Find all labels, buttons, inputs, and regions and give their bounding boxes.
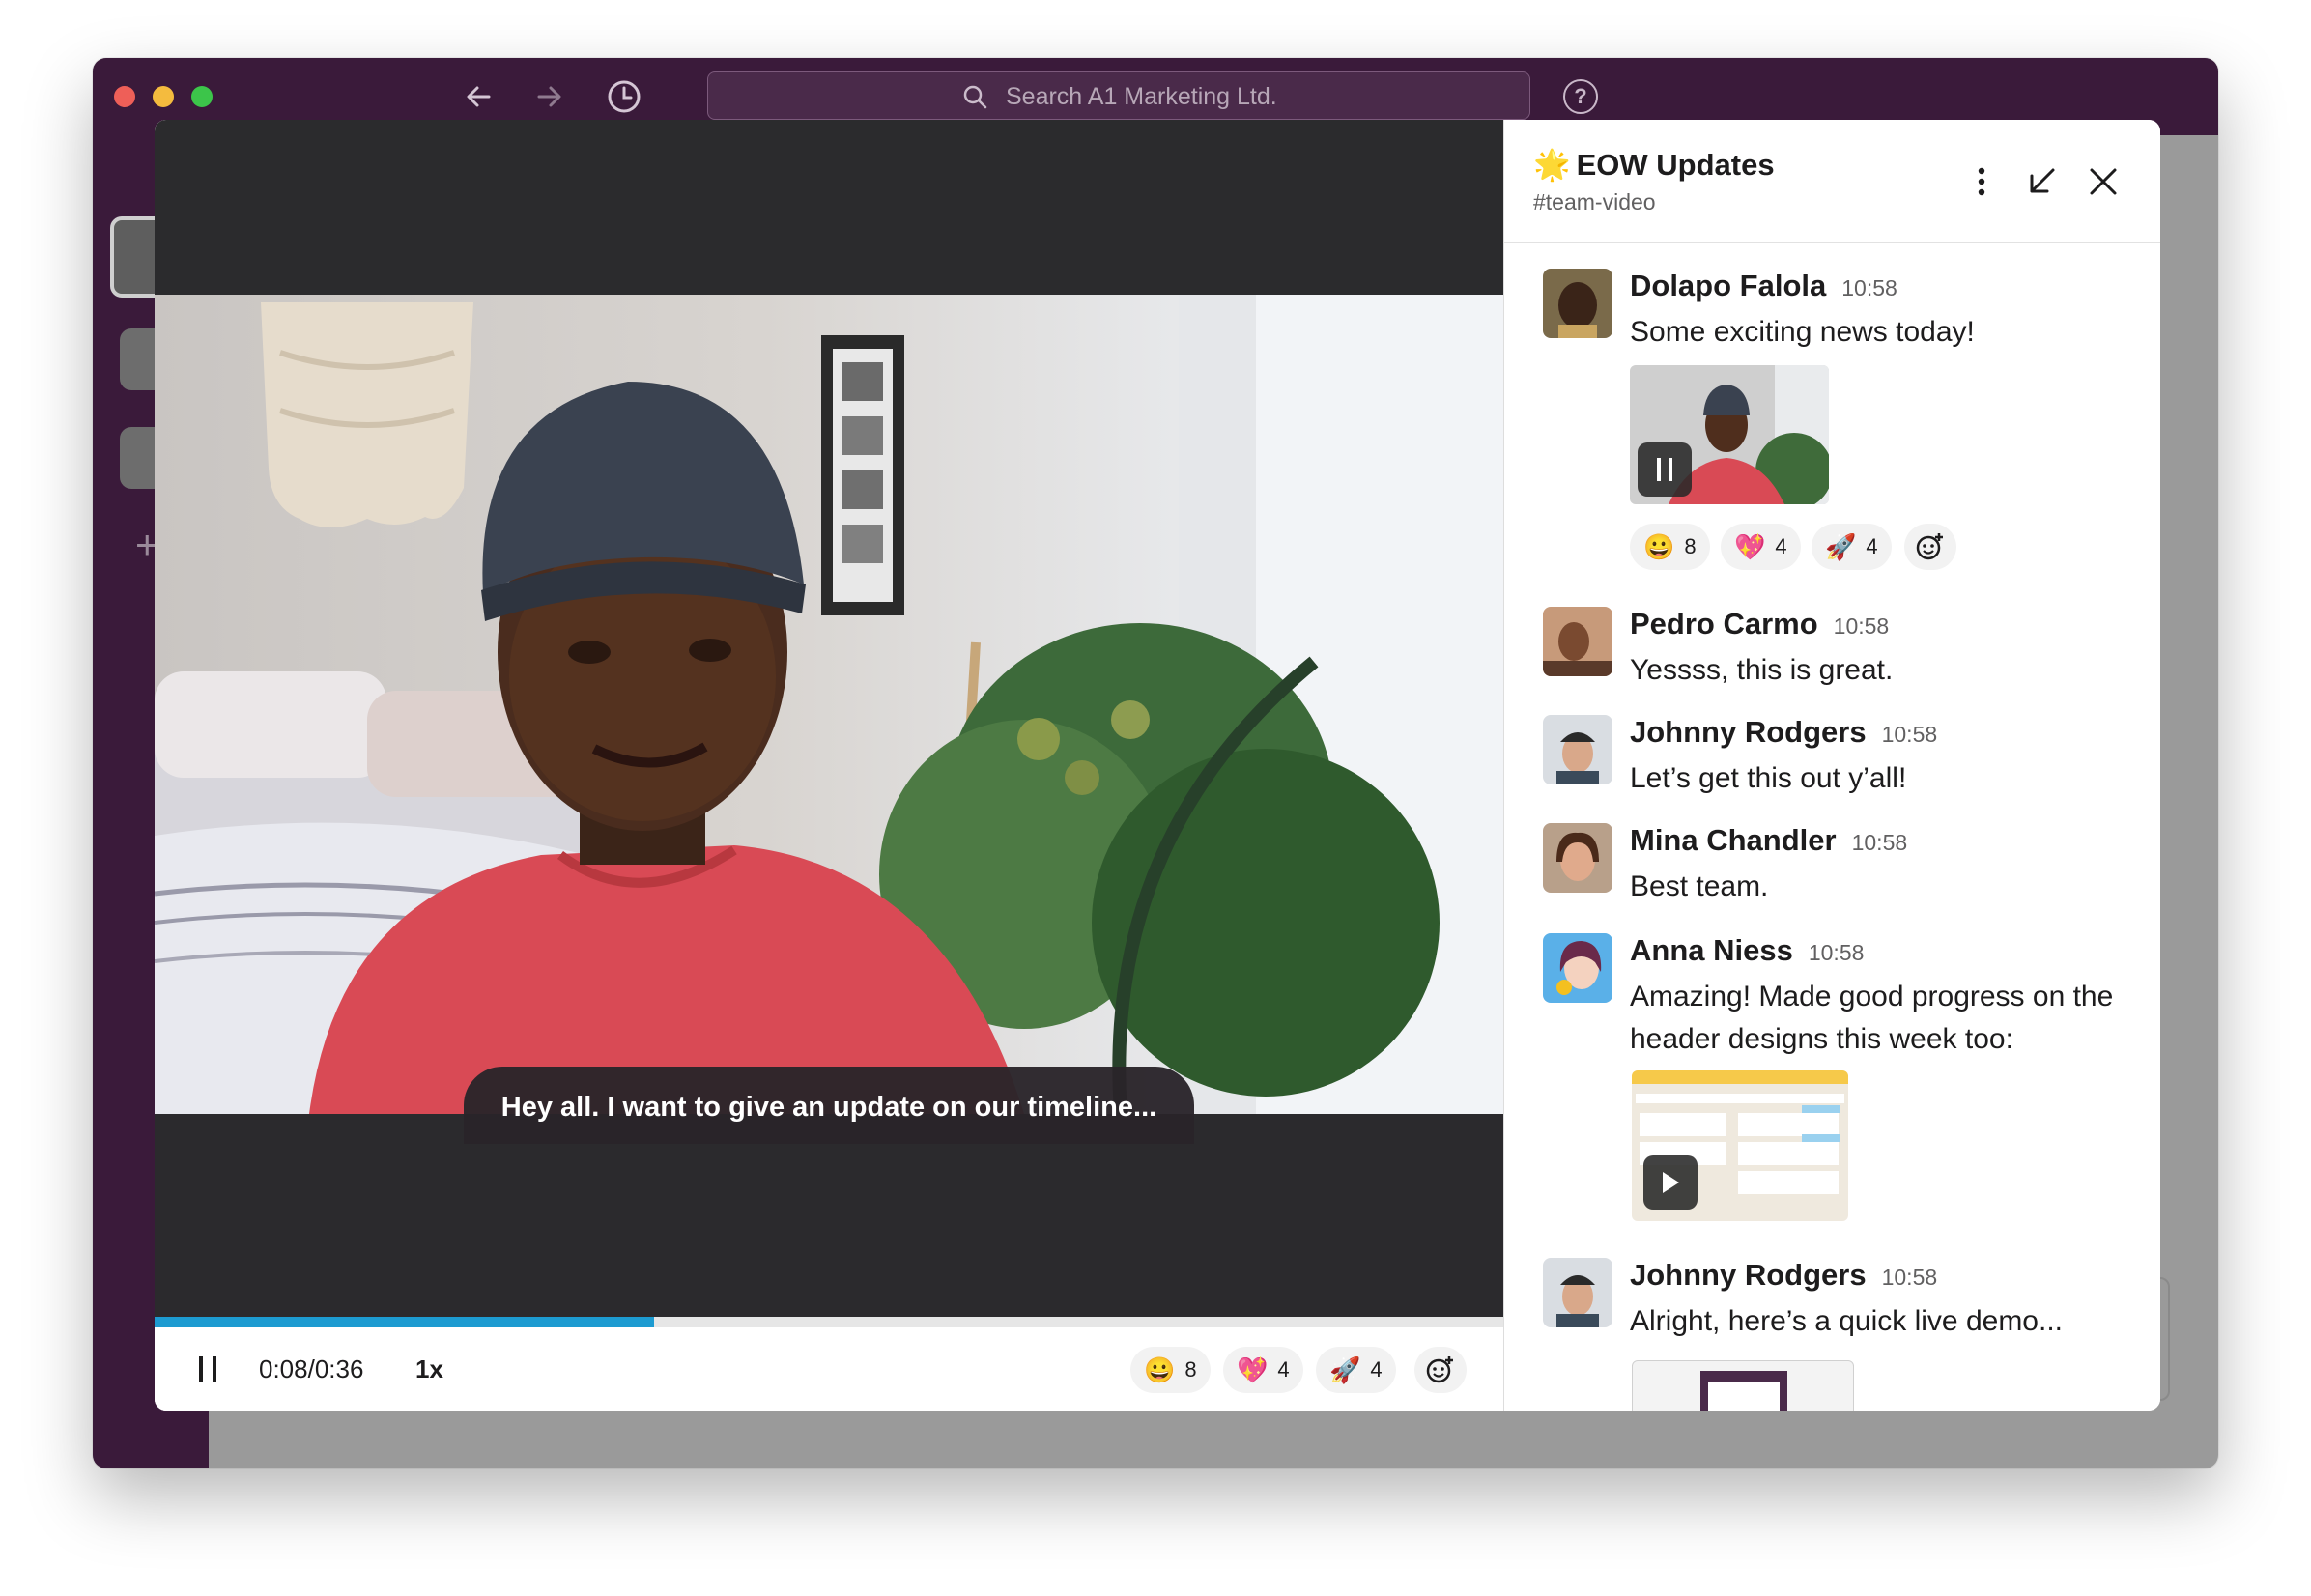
message-text: Alright, here’s a quick live demo... [1630,1305,2063,1337]
message-time[interactable]: 10:58 [1882,1265,1938,1290]
grinning-face-icon: 😀 [1144,1355,1176,1384]
sparkling-heart-icon: 💖 [1237,1355,1269,1384]
close-window-button[interactable] [114,86,135,107]
arrow-left-icon[interactable] [460,77,499,116]
message-time[interactable]: 10:58 [1841,275,1897,300]
video-player: Hey all. I want to give an update on our… [155,120,1503,1411]
avatar[interactable] [1543,269,1612,338]
video-frame[interactable] [155,295,1503,1114]
message-item: Mina Chandler 10:58 Best team. [1543,823,2142,916]
reaction-grinning[interactable]: 😀 8 [1630,524,1710,570]
message-text: Amazing! Made good progress on the heade… [1630,981,2114,1055]
thread-panel: 🌟 EOW Updates #team-video Dolapo Falola 1… [1503,120,2160,1411]
sender-name[interactable]: Dolapo Falola [1630,269,1826,302]
playback-speed-button[interactable]: 1x [415,1354,443,1384]
more-options-icon[interactable] [1962,162,2001,201]
video-thumbnail[interactable] [1630,365,1829,504]
grinning-face-icon: 😀 [1643,532,1675,561]
reaction-grinning[interactable]: 😀 8 [1130,1347,1211,1393]
sender-name[interactable]: Johnny Rodgers [1630,1258,1867,1292]
video-letterbox-bottom [155,1114,1503,1317]
collapse-icon[interactable] [2022,162,2061,201]
sender-name[interactable]: Anna Niess [1630,933,1793,967]
message-item: Dolapo Falola 10:58 Some exciting news to… [1543,269,2142,587]
message-text: Yessss, this is great. [1630,654,1894,686]
arrow-right-icon[interactable] [529,77,568,116]
message-item: Anna Niess 10:58 Amazing! Made good progr… [1543,933,2142,1242]
video-letterbox-top [155,120,1503,295]
video-caption: Hey all. I want to give an update on our… [464,1067,1194,1144]
reaction-count: 4 [1370,1357,1383,1382]
rocket-icon: 🚀 [1329,1355,1361,1384]
panel-title: 🌟 EOW Updates [1533,147,1775,183]
reaction-rocket[interactable]: 🚀 4 [1316,1347,1396,1393]
avatar[interactable] [1543,933,1612,1003]
reaction-count: 8 [1684,534,1697,558]
pause-icon[interactable] [193,1349,224,1387]
message-time[interactable]: 10:58 [1882,722,1938,747]
search-icon [963,85,987,109]
sender-name[interactable]: Johnny Rodgers [1630,715,1867,749]
reaction-count: 4 [1866,534,1878,558]
video-progress-fill [155,1317,654,1327]
avatar[interactable] [1543,607,1612,676]
help-icon[interactable]: ? [1563,79,1598,114]
play-icon[interactable] [1643,1155,1698,1210]
minimize-window-button[interactable] [153,86,174,107]
message-text: Let’s get this out y’all! [1630,762,1907,794]
sender-name[interactable]: Mina Chandler [1630,823,1837,857]
search-bar[interactable]: Search A1 Marketing Ltd. [707,71,1530,120]
sparkling-heart-icon: 💖 [1734,532,1766,561]
message-text: Best team. [1630,870,1769,902]
video-viewer-modal: Hey all. I want to give an update on our… [155,120,2160,1411]
reaction-count: 4 [1775,534,1787,558]
close-icon[interactable] [2084,162,2123,201]
pause-icon[interactable] [1638,442,1692,497]
add-reaction-icon [1916,533,1943,560]
reaction-heart[interactable]: 💖 4 [1223,1347,1303,1393]
message-time[interactable]: 10:58 [1852,830,1908,855]
video-controls: 0:08/0:36 1x 😀 8 💖 4 🚀 4 [155,1327,1503,1411]
video-timestamp: 0:08/0:36 [259,1354,364,1383]
message-time[interactable]: 10:58 [1809,940,1865,965]
add-reaction-icon [1426,1356,1453,1383]
sender-name[interactable]: Pedro Carmo [1630,607,1818,641]
avatar[interactable] [1543,715,1612,784]
message-text: Some exciting news today! [1630,316,1975,348]
rocket-icon: 🚀 [1825,532,1857,561]
video-thumbnail[interactable] [1632,1070,1848,1221]
add-reaction-button[interactable] [1414,1347,1467,1393]
avatar[interactable] [1543,1258,1612,1327]
search-placeholder: Search A1 Marketing Ltd. [1006,83,1277,110]
video-thumbnail[interactable] [1632,1360,1854,1411]
message-item: Johnny Rodgers 10:58 Let’s get this out y… [1543,715,2142,808]
add-reaction-button[interactable] [1904,524,1956,570]
video-progress-bar[interactable] [155,1317,1503,1327]
reaction-count: 4 [1277,1357,1290,1382]
panel-title-text: EOW Updates [1576,147,1775,182]
video-still-image [155,295,1503,1114]
message-item: Pedro Carmo 10:58 Yessss, this is great. [1543,607,2142,699]
clock-icon[interactable] [605,77,643,116]
reaction-count: 8 [1184,1357,1197,1382]
message-time[interactable]: 10:58 [1834,613,1890,639]
panel-header: 🌟 EOW Updates #team-video [1504,120,2160,243]
reaction-heart[interactable]: 💖 4 [1721,524,1801,570]
channel-name[interactable]: #team-video [1533,189,1656,215]
reaction-rocket[interactable]: 🚀 4 [1812,524,1892,570]
avatar[interactable] [1543,823,1612,893]
star-icon: 🌟 [1533,148,1571,182]
zoom-window-button[interactable] [191,86,213,107]
message-item: Johnny Rodgers 10:58 Alright, here’s a qu… [1543,1258,2142,1411]
